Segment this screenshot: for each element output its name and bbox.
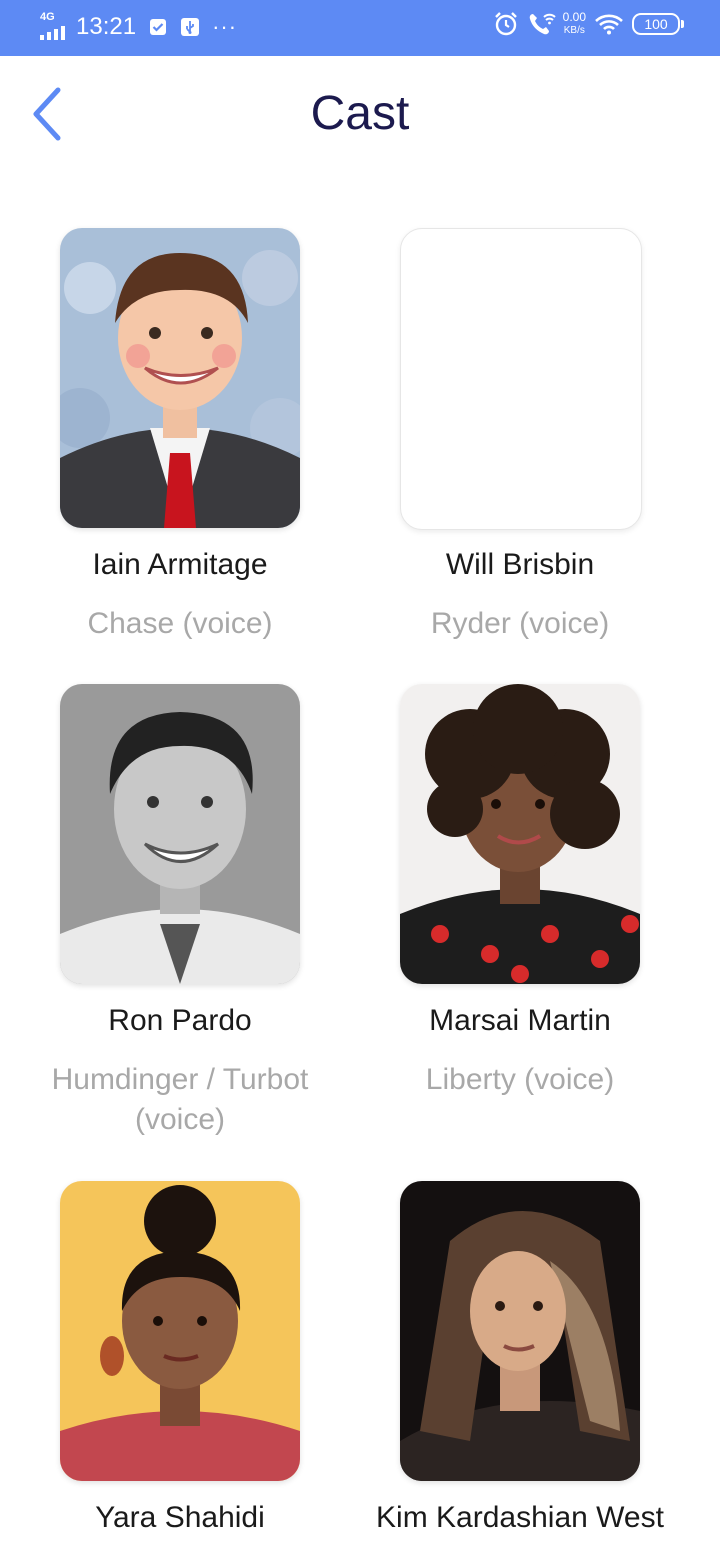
speed-unit: KB/s (563, 25, 585, 36)
signal-icon: 4G (38, 12, 70, 42)
more-notifications-icon: ··· (212, 14, 238, 39)
cast-photo (60, 684, 300, 984)
cast-role: Humdinger / Turbot (voice) (51, 1063, 309, 1136)
status-right: 0.00 KB/s 100 (493, 10, 684, 38)
status-time: 13:21 (76, 13, 137, 40)
alarm-icon (494, 12, 517, 36)
cast-name: Will Brisbin (445, 548, 595, 581)
cast-role: Ryder (voice) (430, 607, 610, 640)
wifi-icon (595, 14, 623, 35)
status-left: 4G 13:21 ··· (38, 12, 237, 42)
cast-photo (400, 1181, 640, 1481)
cast-photo (60, 228, 300, 528)
cast-photo-placeholder (400, 228, 642, 530)
cast-photo (400, 684, 640, 984)
app-header: Cast (0, 56, 720, 176)
usb-icon (181, 18, 200, 36)
cast-name: Ron Pardo (108, 1004, 252, 1037)
battery-icon: 100 (632, 13, 684, 35)
page-title: Cast (310, 87, 410, 140)
battery-level: 100 (644, 16, 668, 32)
network-type: 4G (40, 11, 55, 23)
cast-role: Chase (voice) (87, 607, 273, 640)
cast-name: Yara Shahidi (95, 1501, 265, 1534)
cast-photo (60, 1181, 300, 1481)
network-speed: 0.00 KB/s (563, 10, 586, 38)
cast-name: Kim Kardashian West (376, 1501, 664, 1534)
cast-name: Marsai Martin (429, 1004, 611, 1037)
check-shield-icon (150, 19, 167, 35)
wifi-call-icon (529, 13, 556, 35)
status-bar: 4G 13:21 ··· 0.00 KB/s 100 (0, 0, 720, 56)
cast-role: Liberty (voice) (425, 1063, 615, 1096)
speed-value: 0.00 (562, 10, 586, 24)
cast-name: Iain Armitage (92, 548, 268, 581)
